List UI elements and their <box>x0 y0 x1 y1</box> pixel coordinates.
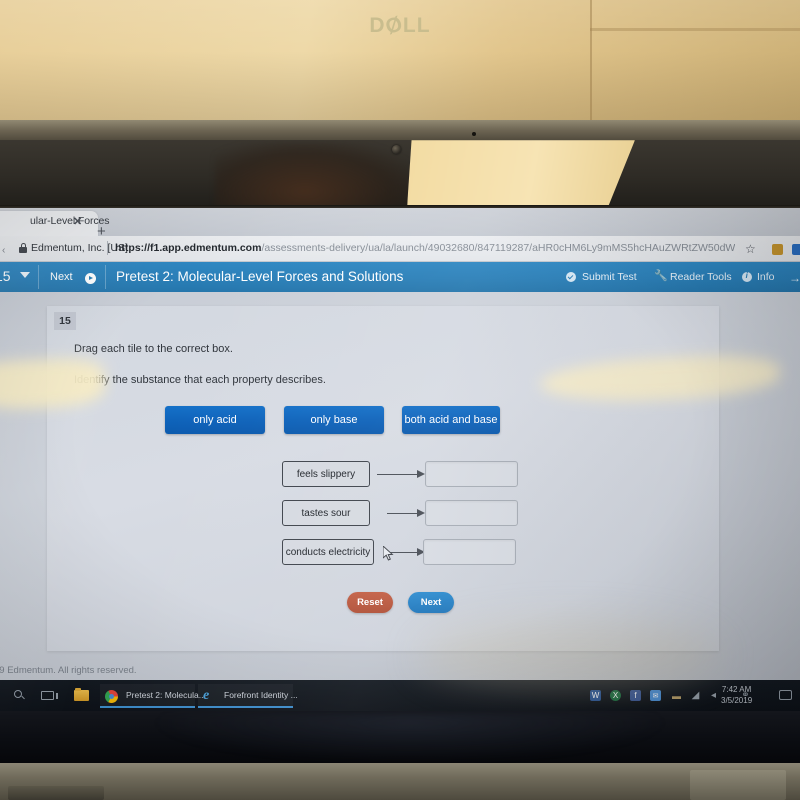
next-button[interactable]: Next <box>408 592 454 613</box>
submit-test-button[interactable]: Submit Test <box>582 271 637 283</box>
windows-taskbar: Pretest 2: Molecula... e Forefront Ident… <box>0 680 800 711</box>
info-icon[interactable] <box>742 271 752 282</box>
mail-icon[interactable]: ✉ <box>650 690 661 701</box>
taskbar-item-chrome[interactable]: Pretest 2: Molecula... <box>100 684 206 708</box>
monitor-screen: ular-Level Forces ✕ + ‹ Edmentum, Inc. [… <box>0 208 800 711</box>
network-icon[interactable]: ◢ <box>690 690 701 701</box>
facebook-icon[interactable]: f <box>630 690 641 701</box>
monitor-photo: ular-Level Forces ✕ + ‹ Edmentum, Inc. [… <box>0 0 800 800</box>
toolbar-divider <box>38 265 39 289</box>
dell-logo: DØLL <box>369 11 431 40</box>
mouse-cursor-icon <box>383 546 395 561</box>
webcam-indicator-icon <box>472 132 476 136</box>
next-arrow-icon[interactable] <box>85 273 96 284</box>
drop-target-2[interactable] <box>423 539 516 565</box>
file-explorer-icon[interactable] <box>74 688 89 701</box>
toolbar-divider-2 <box>105 265 106 289</box>
monitor-stand-base <box>0 763 800 800</box>
bezel-reflection <box>150 713 670 763</box>
webcam-icon <box>392 145 401 154</box>
search-icon[interactable] <box>14 690 25 701</box>
lock-icon <box>19 243 27 253</box>
check-circle-icon[interactable] <box>566 272 576 282</box>
browser-tab-strip: ular-Level Forces ✕ + <box>0 208 800 239</box>
info-button[interactable]: Info <box>757 271 775 283</box>
word-icon[interactable]: W <box>590 690 601 701</box>
reset-button[interactable]: Reset <box>347 592 393 613</box>
question-number-badge: 15 <box>54 312 76 330</box>
monitor-bottom-bezel <box>0 711 800 763</box>
base-slot-left <box>8 786 104 800</box>
address-separator <box>107 241 108 255</box>
toolbar-overflow-icon[interactable]: → <box>789 271 800 285</box>
arrow-icon <box>377 469 425 478</box>
question-instruction-secondary: Identify the substance that each propert… <box>74 374 326 386</box>
bezel-reflection-person <box>215 142 415 208</box>
property-label-tastes-sour: tastes sour <box>282 500 370 526</box>
taskbar-item-label: Pretest 2: Molecula... <box>126 690 206 700</box>
action-center-icon[interactable] <box>779 690 792 700</box>
question-selector-number[interactable]: 15 <box>0 268 11 284</box>
url-path: /assessments-delivery/ua/la/launch/49032… <box>261 242 735 254</box>
clock-date: 3/5/2019 <box>721 696 753 705</box>
question-instruction-primary: Drag each tile to the correct box. <box>74 343 233 355</box>
bezel-reflection-window <box>407 140 635 208</box>
property-label-feels-slippery: feels slippery <box>282 461 370 487</box>
taskbar-item-forefront-identity[interactable]: e Forefront Identity ... <box>198 684 298 708</box>
chrome-icon <box>105 690 118 703</box>
drag-tile-only-base[interactable]: only base <box>284 406 384 434</box>
task-view-icon[interactable] <box>41 691 58 700</box>
copyright-text: 19 Edmentum. All rights reserved. <box>0 665 137 676</box>
extension-icon-a[interactable] <box>772 244 783 255</box>
excel-icon[interactable]: X <box>610 690 621 701</box>
browser-address-bar[interactable]: ‹ Edmentum, Inc. [US] https://f1.app.edm… <box>0 236 800 262</box>
drop-target-1[interactable] <box>425 500 518 526</box>
site-identity-label: Edmentum, Inc. [US] <box>31 242 128 254</box>
internet-explorer-icon: e <box>203 688 210 703</box>
base-slot-right <box>690 770 786 800</box>
chevron-down-icon[interactable] <box>20 272 30 278</box>
extension-icon-b[interactable] <box>792 244 800 255</box>
volume-icon[interactable]: ◂ <box>708 690 719 701</box>
taskbar-clock[interactable]: 7:42 AM 3/5/2019 <box>721 684 752 706</box>
assessment-page-body: 15 Drag each tile to the correct box. Id… <box>0 292 800 711</box>
drop-target-0[interactable] <box>425 461 518 487</box>
assessment-toolbar: 15 Next Pretest 2: Molecular-Level Force… <box>0 262 800 292</box>
monitor-top-edge <box>0 120 800 142</box>
drag-tile-only-acid[interactable]: only acid <box>165 406 265 434</box>
bookmark-star-icon[interactable]: ☆ <box>745 242 756 256</box>
folder-icon[interactable]: ▬ <box>671 690 682 701</box>
page-title: Pretest 2: Molecular-Level Forces and So… <box>116 269 404 284</box>
address-url-text[interactable]: https://f1.app.edmentum.com/assessments-… <box>115 242 735 254</box>
question-card: 15 Drag each tile to the correct box. Id… <box>47 306 719 651</box>
reader-tools-button[interactable]: Reader Tools <box>670 271 732 283</box>
close-icon[interactable]: ✕ <box>73 215 82 228</box>
url-origin: https://f1.app.edmentum.com <box>115 242 262 254</box>
drag-tile-both-acid-and-base[interactable]: both acid and base <box>402 406 500 434</box>
property-label-conducts-electricity: conducts electricity <box>282 539 374 565</box>
back-arrow-icon[interactable]: ‹ <box>2 245 5 256</box>
clock-time: 7:42 AM <box>721 685 752 694</box>
taskbar-item-label: Forefront Identity ... <box>224 690 298 700</box>
toolbar-next-label[interactable]: Next <box>50 271 73 283</box>
wrench-icon[interactable]: 🔧 <box>654 271 668 282</box>
